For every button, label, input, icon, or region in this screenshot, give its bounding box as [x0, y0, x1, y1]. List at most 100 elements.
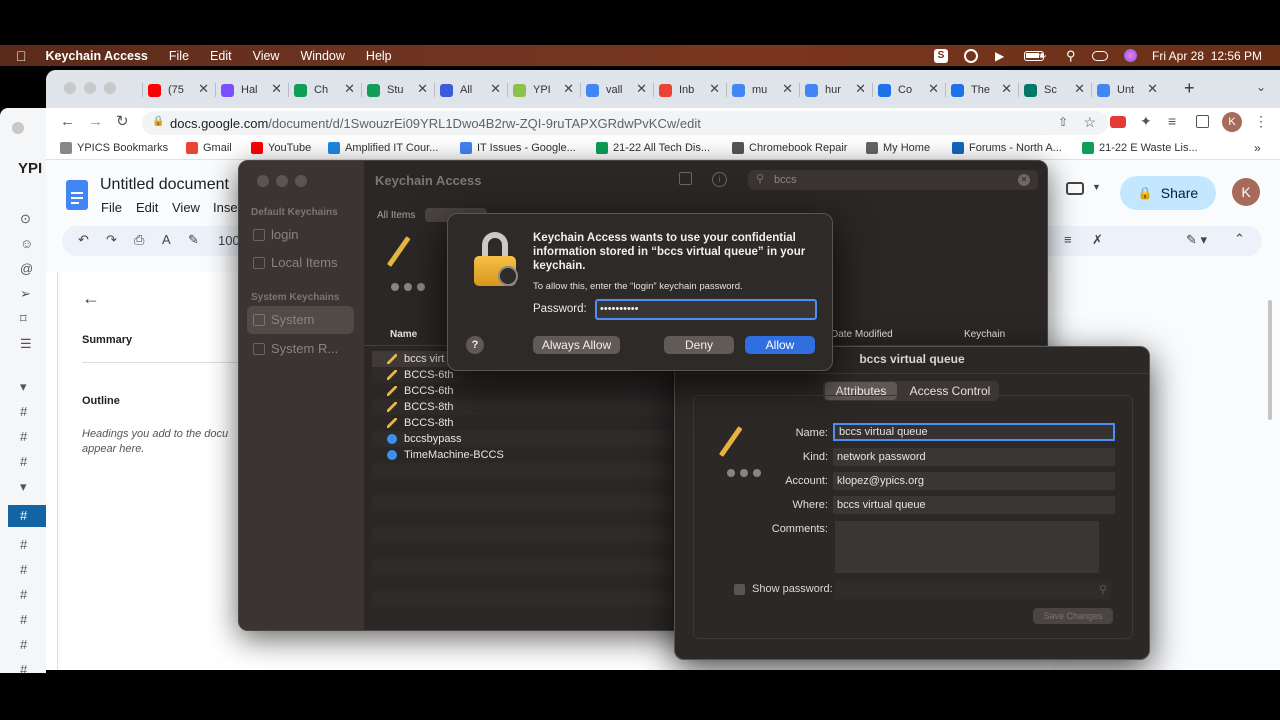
- spellcheck-icon[interactable]: A: [162, 232, 171, 247]
- tab-close-icon[interactable]: ✕: [782, 81, 793, 97]
- clear-search-icon[interactable]: ✕: [1018, 174, 1030, 186]
- help-button[interactable]: ?: [466, 336, 484, 354]
- kc-close-button[interactable]: [257, 175, 269, 187]
- docs-logo-icon[interactable]: [66, 180, 88, 210]
- name-field[interactable]: bccs virtual queue: [833, 423, 1115, 441]
- kc-compose-icon[interactable]: [679, 172, 692, 185]
- menu-help[interactable]: Help: [366, 49, 392, 63]
- column-header-name[interactable]: Name: [390, 329, 417, 340]
- browser-tab[interactable]: hur ✕: [799, 79, 866, 101]
- apple-icon[interactable]: : [16, 48, 27, 64]
- lock-icon[interactable]: 🔒: [152, 116, 164, 127]
- spotlight-search-icon[interactable]: ⚲: [1066, 45, 1076, 66]
- tab-close-icon[interactable]: ✕: [344, 81, 355, 97]
- account-field[interactable]: klopez@ypics.org: [833, 472, 1115, 490]
- password-input[interactable]: ••••••••••: [595, 299, 817, 320]
- bookmark-item[interactable]: My Home: [866, 142, 930, 154]
- tab-close-icon[interactable]: ✕: [198, 81, 209, 97]
- siri-icon[interactable]: [1124, 45, 1137, 66]
- wifi-icon-glyph[interactable]: ❧: [1036, 45, 1047, 66]
- extension-icon-red[interactable]: [1110, 116, 1126, 128]
- undo-icon[interactable]: ↶: [78, 232, 89, 248]
- browser-tab[interactable]: Ch ✕: [288, 79, 355, 101]
- clear-format-icon[interactable]: ✗: [1092, 232, 1103, 248]
- list-item[interactable]: BCCS-6th: [387, 385, 454, 397]
- extensions-puzzle-icon[interactable]: ✦: [1140, 113, 1152, 130]
- browser-tab[interactable]: Stu ✕: [361, 79, 428, 101]
- kc-minimize-button[interactable]: [276, 175, 288, 187]
- meet-icon[interactable]: [1066, 182, 1084, 195]
- save-changes-button[interactable]: Save Changes: [1033, 608, 1113, 624]
- list-item[interactable]: bccs virt: [387, 353, 444, 365]
- menu-app-name[interactable]: Keychain Access: [46, 49, 148, 63]
- password-field[interactable]: [835, 581, 1111, 599]
- outline-back-icon[interactable]: ←: [82, 288, 100, 309]
- status-play-icon[interactable]: ▶: [995, 45, 1004, 66]
- bookmark-item[interactable]: Forums - North A...: [952, 142, 1062, 154]
- comments-field[interactable]: [835, 521, 1099, 573]
- chrome-zoom-button[interactable]: [104, 82, 116, 94]
- right-scrollbar[interactable]: [1268, 300, 1272, 420]
- column-header-date-modified[interactable]: Date Modified: [831, 329, 893, 340]
- sidebar-item-system-roots[interactable]: System R...: [253, 341, 338, 356]
- print-icon[interactable]: ⎙: [134, 232, 144, 248]
- browser-tab[interactable]: vall ✕: [580, 79, 647, 101]
- chrome-close-button[interactable]: [64, 82, 76, 94]
- menu-window[interactable]: Window: [300, 49, 344, 63]
- bookmark-item[interactable]: 21-22 All Tech Dis...: [596, 142, 710, 154]
- browser-tab[interactable]: YPI ✕: [507, 79, 574, 101]
- tab-close-icon[interactable]: ✕: [636, 81, 647, 97]
- side-panel-icon[interactable]: [1196, 115, 1209, 128]
- docs-menu-file[interactable]: File: [101, 200, 122, 215]
- docs-menu-view[interactable]: View: [172, 200, 200, 215]
- bookmark-item[interactable]: YouTube: [251, 142, 311, 154]
- kc-zoom-button[interactable]: [295, 175, 307, 187]
- always-allow-button[interactable]: Always Allow: [533, 336, 620, 354]
- kind-field[interactable]: network password: [833, 448, 1115, 466]
- tab-close-icon[interactable]: ✕: [271, 81, 282, 97]
- tab-close-icon[interactable]: ✕: [855, 81, 866, 97]
- kc-search-field[interactable]: ⚲ bccs ✕: [748, 170, 1038, 190]
- tab-close-icon[interactable]: ✕: [563, 81, 574, 97]
- sidebar-item-system-text[interactable]: System: [253, 312, 314, 327]
- browser-tab[interactable]: (75 ✕: [142, 79, 209, 101]
- paint-format-icon[interactable]: ✎: [188, 232, 199, 248]
- tab-close-icon[interactable]: ✕: [1147, 81, 1158, 97]
- back-icon[interactable]: ←: [60, 113, 75, 130]
- collapse-toolbar-icon[interactable]: ⌃: [1234, 231, 1245, 247]
- docs-avatar[interactable]: K: [1232, 178, 1260, 206]
- tab-close-icon[interactable]: ✕: [709, 81, 720, 97]
- list-item[interactable]: BCCS-6th: [387, 369, 454, 381]
- editing-mode-icon[interactable]: ✎ ▾: [1186, 232, 1207, 248]
- chrome-minimize-button[interactable]: [84, 82, 96, 94]
- bookmark-item[interactable]: IT Issues - Google...: [460, 142, 576, 154]
- bookmark-star-icon[interactable]: ☆: [1083, 114, 1096, 131]
- tab-close-icon[interactable]: ✕: [928, 81, 939, 97]
- status-record-icon[interactable]: [964, 45, 978, 66]
- tab-close-icon[interactable]: ✕: [417, 81, 428, 97]
- bookmark-item[interactable]: Gmail: [186, 142, 232, 154]
- browser-tab[interactable]: Sc ✕: [1018, 79, 1085, 101]
- filter-all-items[interactable]: All Items: [377, 210, 415, 221]
- status-skype-icon[interactable]: S: [934, 45, 948, 66]
- redo-icon[interactable]: ↷: [106, 232, 117, 248]
- browser-tab[interactable]: All ✕: [434, 79, 501, 101]
- omnibox[interactable]: 🔒 docs.google.com/document/d/1SwouzrEi09…: [142, 111, 1108, 135]
- list-item[interactable]: BCCS-8th: [387, 401, 454, 413]
- tab-close-icon[interactable]: ✕: [490, 81, 501, 97]
- menu-clock[interactable]: Fri Apr 28 12:56 PM: [1152, 45, 1262, 66]
- show-password-checkbox[interactable]: [734, 584, 745, 595]
- list-item[interactable]: TimeMachine-BCCS: [387, 449, 504, 461]
- deny-button[interactable]: Deny: [664, 336, 734, 354]
- browser-tab[interactable]: mu ✕: [726, 79, 793, 101]
- where-field[interactable]: bccs virtual queue: [833, 496, 1115, 514]
- docs-menu-edit[interactable]: Edit: [136, 200, 158, 215]
- allow-button[interactable]: Allow: [745, 336, 815, 354]
- reload-icon[interactable]: ↻: [116, 112, 129, 130]
- sidebar-item-local-items[interactable]: Local Items: [253, 255, 337, 270]
- align-icon[interactable]: ≡: [1064, 232, 1072, 247]
- menu-view[interactable]: View: [253, 49, 280, 63]
- menu-file[interactable]: File: [169, 49, 189, 63]
- browser-tab[interactable]: Co ✕: [872, 79, 939, 101]
- reading-list-icon[interactable]: ≡: [1168, 113, 1176, 129]
